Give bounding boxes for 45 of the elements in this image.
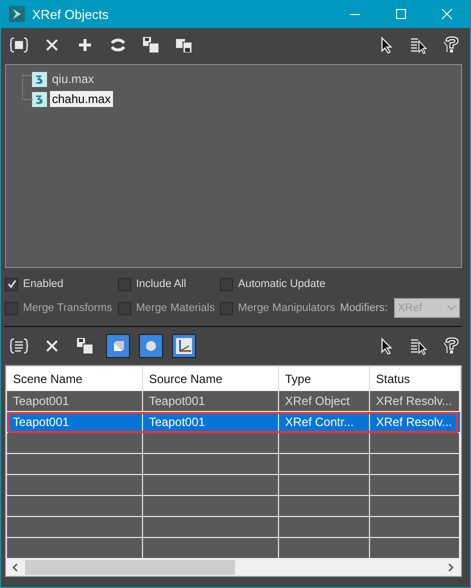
copy-file-icon — [142, 36, 160, 54]
refresh-icon — [109, 36, 127, 54]
tree-item[interactable]: qiu.max — [50, 71, 96, 87]
axes-icon — [175, 337, 193, 355]
toolbar-button[interactable] — [106, 334, 130, 358]
object-list-icon — [10, 337, 28, 355]
help-icon — [443, 36, 461, 54]
plus-icon — [76, 36, 94, 54]
file-icon — [32, 92, 47, 106]
checkbox-label: Include All — [136, 278, 186, 290]
copy-file-icon — [175, 36, 193, 54]
caret-icon — [446, 305, 456, 311]
app-icon — [9, 6, 25, 22]
checkbox[interactable] — [220, 278, 233, 290]
window-title: XRef Objects — [32, 6, 110, 22]
copy-file-icon — [76, 337, 94, 355]
column-header[interactable]: Type — [279, 367, 370, 391]
file-icon — [32, 72, 47, 86]
checkbox[interactable] — [118, 278, 131, 290]
toolbar-button[interactable] — [139, 334, 163, 358]
select-by-list-icon — [410, 337, 428, 355]
column-header[interactable]: Scene Name — [7, 367, 143, 391]
scroll-left-icon[interactable] — [12, 563, 18, 572]
column-header[interactable]: Status — [370, 367, 461, 391]
table-cell: Teapot001 — [7, 391, 143, 412]
table-cell: XRef Object — [279, 391, 370, 412]
checkbox-label: Merge Manipulators — [238, 302, 336, 314]
tree-item[interactable]: chahu.max — [50, 91, 113, 107]
checkbox-label: Automatic Update — [238, 278, 326, 290]
table-cell: Teapot001 — [143, 391, 279, 412]
checkbox-label: Merge Materials — [136, 302, 215, 314]
modifiers-label: Modifiers: — [340, 302, 388, 314]
select-by-list-icon — [410, 36, 428, 54]
checkbox-label: Enabled — [23, 278, 64, 290]
toolbar-button[interactable] — [172, 334, 196, 358]
checkbox-label: Merge Transforms — [23, 302, 112, 314]
maximize-icon — [395, 8, 407, 20]
scroll-right-icon[interactable] — [448, 563, 454, 572]
scroll-thumb[interactable] — [25, 560, 235, 575]
column-header[interactable]: Source Name — [143, 367, 279, 391]
help-icon — [443, 337, 461, 355]
close-icon — [441, 8, 453, 20]
table-cell: XRef Resolv... — [370, 391, 461, 412]
checkbox[interactable] — [5, 278, 18, 290]
select-object-icon — [10, 36, 28, 54]
